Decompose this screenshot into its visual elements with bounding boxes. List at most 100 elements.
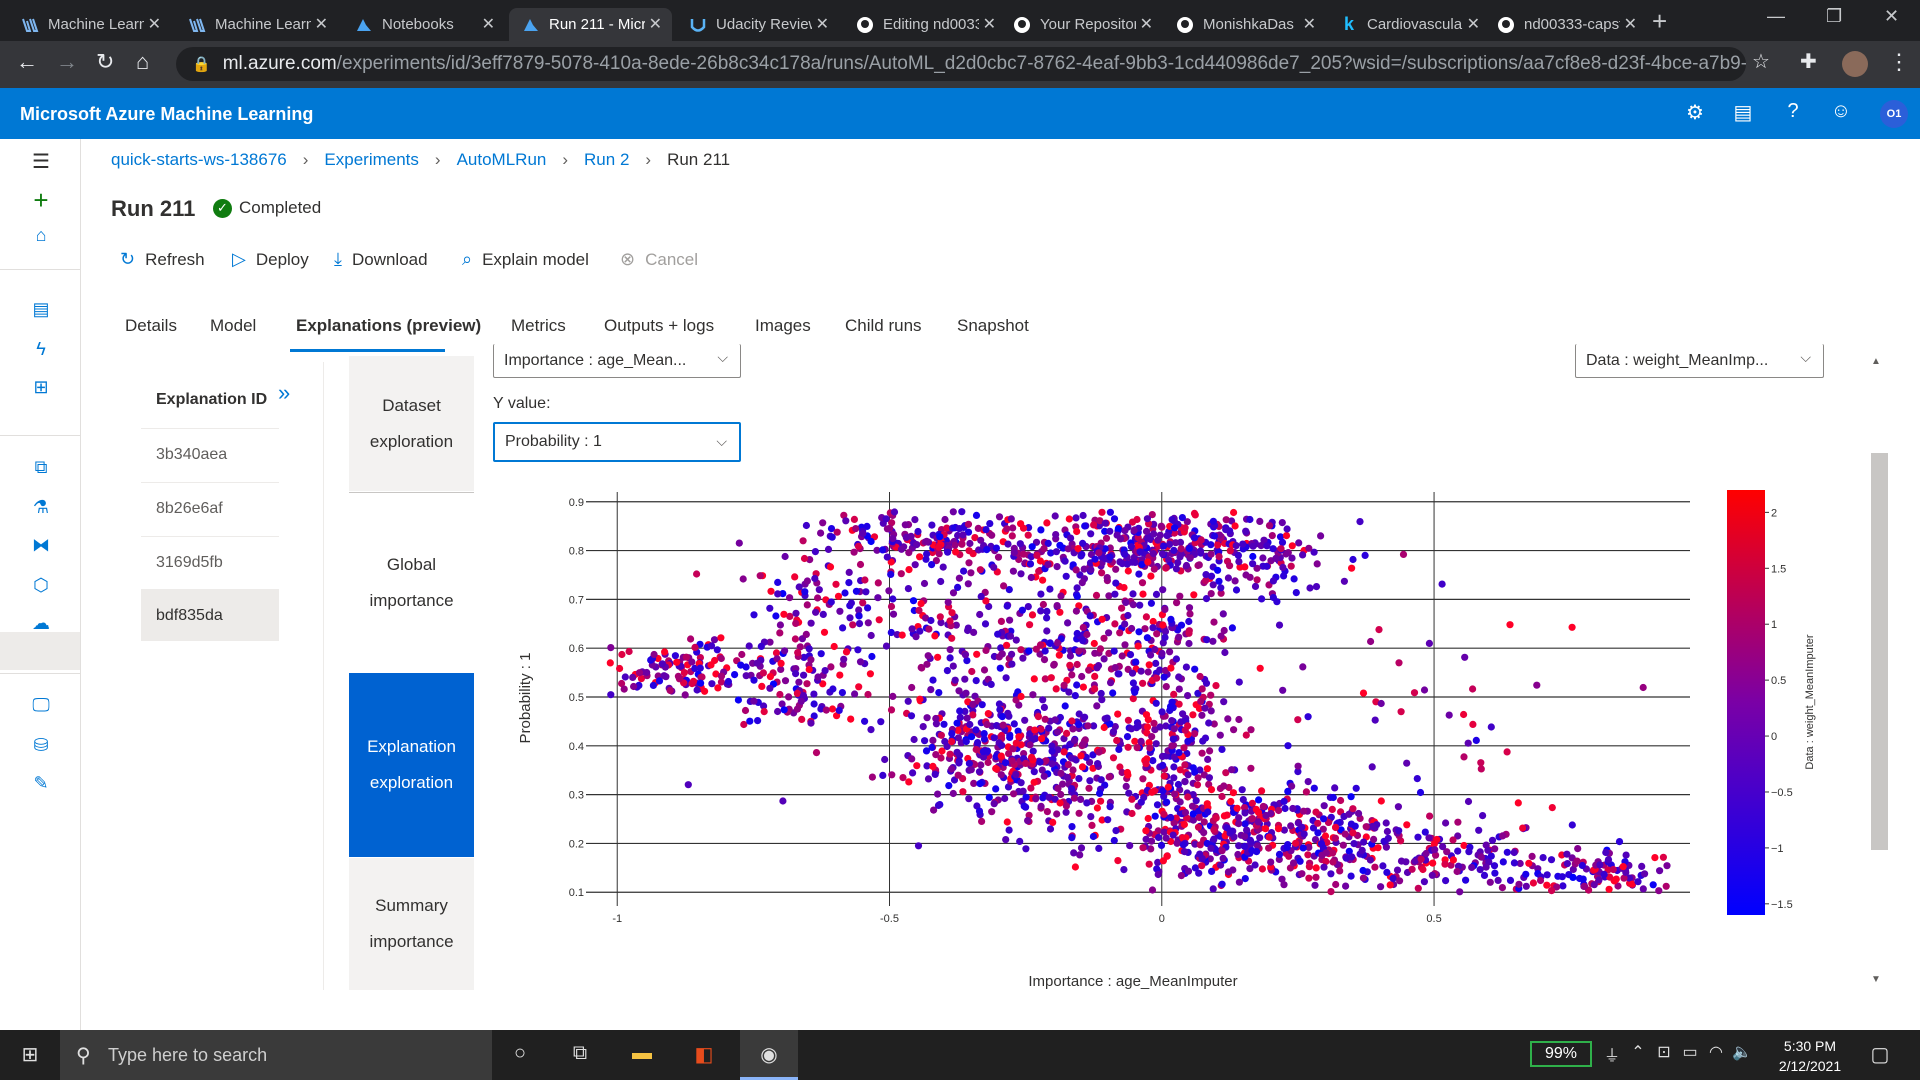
notifications-icon[interactable]: ▢ [1866,1042,1894,1068]
tab-explanation-exploration[interactable]: Explanation exploration [349,673,474,857]
scatter-chart[interactable]: 0.1 0.2 0.3 0.4 0.5 0.6 0.7 0.8 0.9 -1 -0.5 0 0.5 2 1… [500,472,1840,992]
maximize-button[interactable]: ❐ [1826,6,1842,27]
x-value-dropdown[interactable]: Importance : age_Mean... ⌵ [493,344,741,378]
home-icon[interactable]: ⌂ [24,225,58,255]
close-tab-icon[interactable]: ✕ [1303,14,1316,34]
system-clock[interactable]: 5:30 PM 2/12/2021 [1770,1036,1850,1076]
new-tab-button[interactable]: + [1652,6,1667,37]
breadcrumb-workspace[interactable]: quick-starts-ws-138676 [111,150,287,170]
tab-global-importance[interactable]: Global importance [349,492,474,672]
breadcrumb-experiment[interactable]: AutoMLRun [457,150,547,170]
browser-tab[interactable]: Udacity Reviews✕ [676,8,839,41]
help-icon[interactable]: ? [1780,100,1806,126]
tab-metrics[interactable]: Metrics [511,316,566,336]
app-title[interactable]: Microsoft Azure Machine Learning [20,104,313,125]
profile-avatar[interactable] [1842,51,1868,77]
hamburger-menu-icon[interactable]: ☰ [24,149,58,179]
close-tab-icon[interactable]: ✕ [1140,14,1153,34]
browser-tab[interactable]: Machine Learning✕ [8,8,171,41]
y-value-dropdown[interactable]: Probability : 1 ⌵ [493,422,741,462]
breadcrumb-parent-run[interactable]: Run 2 [584,150,629,170]
menu-icon[interactable]: ⋮ [1888,49,1910,75]
cancel-button[interactable]: ⊗ Cancel [620,249,698,270]
close-tab-icon[interactable]: ✕ [649,14,662,34]
browser-tab[interactable]: k Cardiovascular ✕ [1327,8,1490,41]
create-new-icon[interactable]: + [24,185,58,215]
explanation-id-item[interactable]: 3169d5fb [141,536,279,588]
minimize-button[interactable]: — [1767,6,1785,27]
compute-icon[interactable]: 🖵 [24,695,58,725]
browser-tab[interactable]: Machine Learning✕ [175,8,338,41]
office-icon[interactable]: ◧ [690,1042,718,1068]
bookmark-star-icon[interactable]: ☆ [1752,49,1770,74]
windows-start-icon[interactable]: ⊞ [16,1042,44,1068]
reload-icon[interactable]: ↻ [96,49,114,75]
url-field[interactable]: 🔒 ml.azure.com /experiments/id/3eff7879-… [176,47,1746,81]
tab-explanations[interactable]: Explanations (preview) [296,316,481,336]
notebooks-icon[interactable]: ▤ [24,299,58,329]
explanation-id-item[interactable]: 3b340aea [141,428,279,480]
explanation-id-item-selected[interactable]: bdf835da [141,589,279,641]
forward-button[interactable]: → [56,49,78,75]
scroll-down-arrow[interactable]: ▼ [1871,974,1881,985]
close-tab-icon[interactable]: ✕ [1624,14,1637,34]
tab-summary-importance[interactable]: Summary importance [349,858,474,990]
explanation-id-item[interactable]: 8b26e6af [141,482,279,534]
cortana-icon[interactable]: ○ [506,1042,534,1068]
tab-dataset-exploration[interactable]: Dataset exploration [349,356,474,491]
tab-child-runs[interactable]: Child runs [845,316,922,336]
datasets-icon[interactable]: ⧉ [24,457,58,487]
explain-model-button[interactable]: ⌕ Explain model [462,249,589,270]
browser-tab[interactable]: Editing nd00333✕ [843,8,1006,41]
data-labeling-icon[interactable]: ✎ [24,773,58,803]
color-value-dropdown[interactable]: Data : weight_MeanImp... ⌵ [1575,344,1824,378]
tab-details[interactable]: Details [125,316,177,336]
deploy-button[interactable]: ▷ Deploy [232,249,309,270]
browser-tab[interactable]: Your Repositories✕ [1000,8,1163,41]
breadcrumb-experiments[interactable]: Experiments [324,150,418,170]
close-tab-icon[interactable]: ✕ [1467,14,1480,34]
browser-tab[interactable]: nd00333-capstone✕ [1484,8,1647,41]
close-tab-icon[interactable]: ✕ [148,14,161,34]
tab-model[interactable]: Model [210,316,256,336]
refresh-button[interactable]: ↻ Refresh [120,249,205,270]
download-button[interactable]: ⤓ Download [334,249,428,270]
battery-icon[interactable]: ▭ [1676,1042,1704,1068]
battery-indicator[interactable]: 99% [1530,1041,1592,1067]
home-icon[interactable]: ⌂ [136,49,149,75]
extensions-icon[interactable]: ✚ [1800,49,1817,74]
close-tab-icon[interactable]: ✕ [482,14,495,34]
experiments-flask-icon[interactable]: ⚗ [24,497,58,527]
chrome-icon[interactable]: ◉ [740,1030,798,1080]
volume-icon[interactable]: 🔈 [1728,1042,1756,1068]
back-button[interactable]: ← [16,49,38,75]
feedback-notes-icon[interactable]: ▤ [1730,100,1756,126]
designer-icon[interactable]: ⊞ [24,377,58,407]
settings-gear-icon[interactable]: ⚙ [1682,100,1708,126]
scrollbar-thumb[interactable] [1871,453,1888,850]
tab-images[interactable]: Images [755,316,811,336]
models-cube-icon[interactable]: ⬡ [24,575,58,605]
pipelines-icon[interactable]: ⧓ [24,535,58,565]
taskbar-search[interactable]: ⚲ Type here to search [60,1030,492,1080]
close-tab-icon[interactable]: ✕ [315,14,328,34]
endpoints-icon[interactable]: ☁ [24,613,58,643]
browser-tab[interactable]: Notebooks ✕ [342,8,505,41]
task-view-icon[interactable]: ⧉ [566,1042,594,1068]
power-plug-icon[interactable]: ⏚ [1598,1042,1626,1068]
close-tab-icon[interactable]: ✕ [983,14,996,34]
browser-tab-active[interactable]: Run 211 - Microsoft✕ [509,8,672,41]
wifi-icon[interactable]: ◠ [1702,1042,1730,1068]
user-avatar[interactable]: O1 [1880,100,1908,128]
double-chevron-icon[interactable]: » [278,380,290,406]
scroll-up-arrow[interactable]: ▲ [1871,356,1881,367]
close-window-button[interactable]: ✕ [1884,6,1899,27]
chevron-up-icon[interactable]: ⌃ [1624,1042,1652,1068]
meet-now-icon[interactable]: ⊡ [1650,1042,1678,1068]
tab-outputs-logs[interactable]: Outputs + logs [604,316,714,336]
tab-snapshot[interactable]: Snapshot [957,316,1029,336]
browser-tab[interactable]: MonishkaDas ✕ [1163,8,1326,41]
smiley-icon[interactable]: ☺ [1828,100,1854,126]
automl-icon[interactable]: ϟ [24,339,58,369]
file-explorer-icon[interactable]: ▬ [628,1042,656,1068]
